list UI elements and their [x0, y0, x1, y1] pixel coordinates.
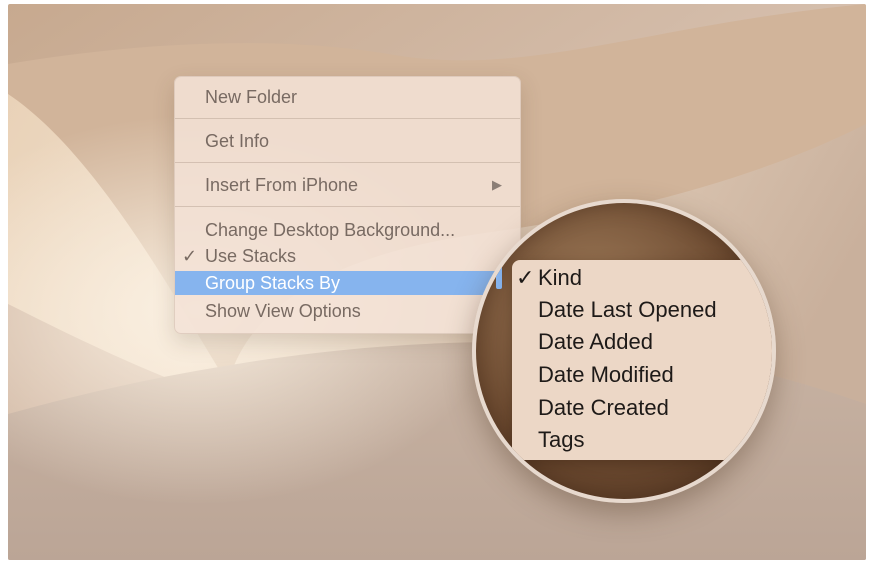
menu-item-label: Show View Options: [205, 301, 361, 321]
checkmark-icon: ✓: [182, 246, 198, 266]
magnifier-lens: ✓ Kind Date Last Opened Date Added Date …: [472, 199, 776, 503]
highlight-edge: [496, 229, 502, 289]
screenshot-frame: New Folder Get Info Insert From iPhone ▶…: [8, 4, 866, 560]
submenu-item-date-modified[interactable]: Date Modified: [538, 359, 674, 391]
submenu-item-date-created[interactable]: Date Created: [538, 392, 669, 424]
group-stacks-submenu: ✓ Kind Date Last Opened Date Added Date …: [512, 260, 772, 460]
submenu-item-label: Kind: [538, 265, 583, 290]
menu-separator: [175, 118, 520, 119]
menu-item-label: Change Desktop Background...: [205, 220, 456, 240]
submenu-item-date-added[interactable]: Date Added: [538, 326, 653, 358]
checkmark-icon: ✓: [516, 265, 535, 290]
menu-item-label: Insert From iPhone: [205, 175, 359, 195]
menu-item-show-view-options[interactable]: Show View Options: [175, 299, 520, 323]
menu-item-new-folder[interactable]: New Folder: [175, 85, 520, 109]
submenu-item-label: Date Last Opened: [538, 297, 717, 322]
menu-item-use-stacks[interactable]: ✓ Use Stacks: [175, 244, 520, 268]
menu-item-change-desktop-background[interactable]: Change Desktop Background...: [175, 218, 520, 242]
submenu-item-tags[interactable]: Tags: [538, 424, 584, 456]
menu-separator: [175, 162, 520, 163]
context-menu: New Folder Get Info Insert From iPhone ▶…: [174, 76, 521, 334]
submenu-item-date-last-opened[interactable]: Date Last Opened: [538, 294, 717, 326]
menu-separator: [175, 206, 520, 207]
menu-item-label: Use Stacks: [205, 246, 297, 266]
menu-item-label: Group Stacks By: [205, 273, 341, 293]
menu-item-insert-from-iphone[interactable]: Insert From iPhone ▶: [175, 173, 520, 197]
menu-item-group-stacks-by[interactable]: Group Stacks By ▶: [175, 271, 520, 295]
submenu-item-kind[interactable]: ✓ Kind: [516, 262, 583, 294]
submenu-item-label: Date Modified: [538, 362, 674, 387]
menu-item-label: New Folder: [205, 87, 298, 107]
submenu-item-label: Date Created: [538, 395, 669, 420]
menu-item-get-info[interactable]: Get Info: [175, 129, 520, 153]
submenu-item-label: Date Added: [538, 329, 653, 354]
submenu-arrow-icon: ▶: [492, 177, 502, 192]
menu-item-label: Get Info: [205, 131, 270, 151]
submenu-item-label: Tags: [538, 427, 585, 452]
